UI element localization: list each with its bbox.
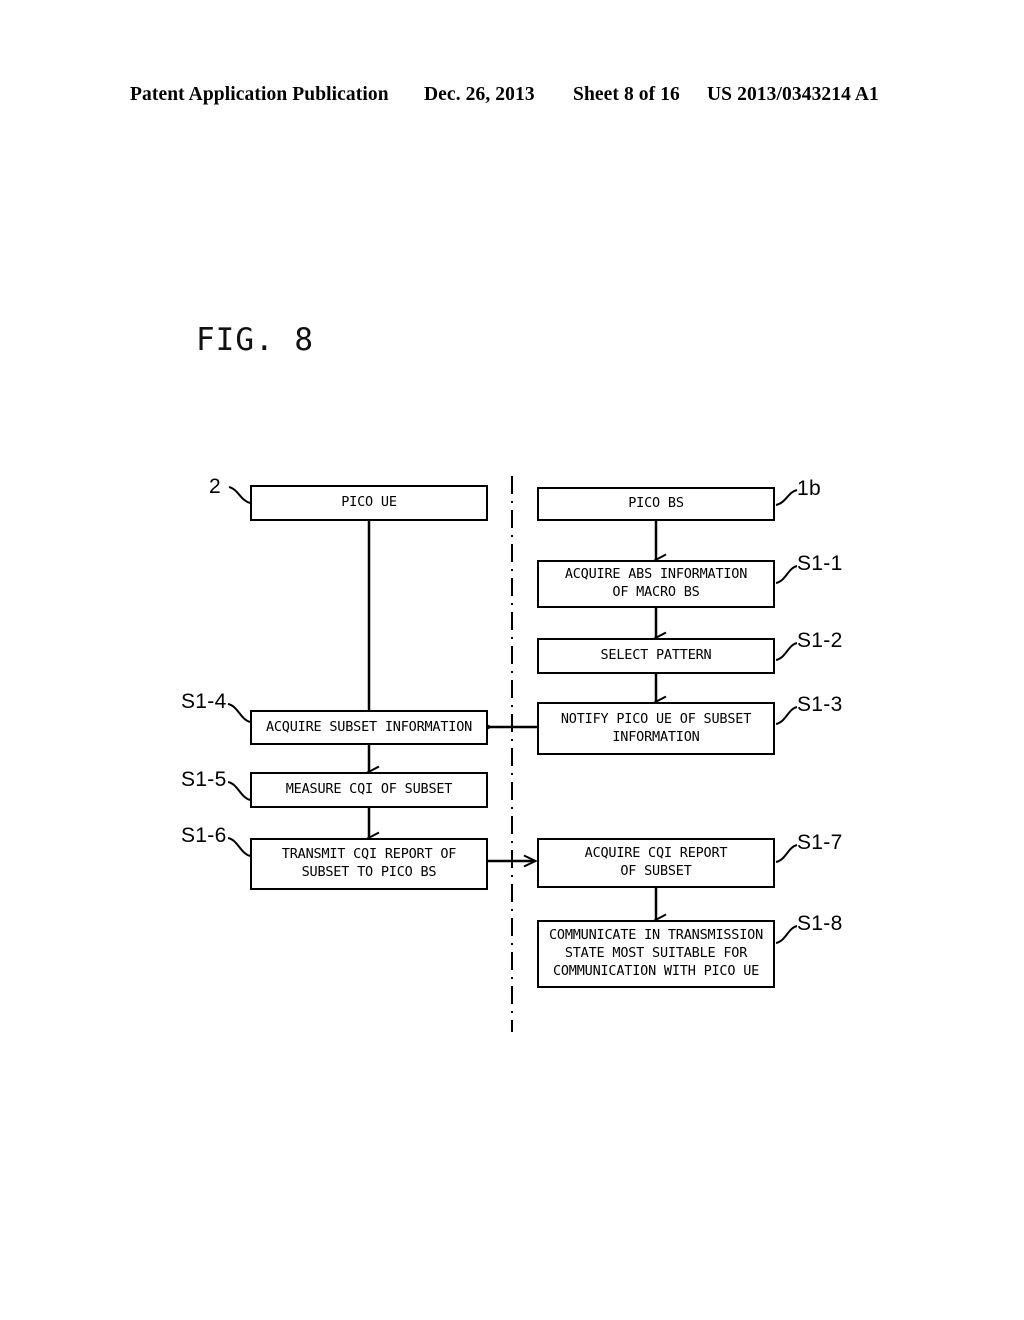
ref-label-s1-8: S1-8 xyxy=(797,912,843,935)
flowchart-diagram: PICO UE PICO BS ACQUIRE ABS INFORMATION … xyxy=(0,0,1024,1320)
ref-label-s1-4: S1-4 xyxy=(181,690,227,713)
leader-line-ref-s1-4 xyxy=(227,703,251,723)
ref-label-s1-7: S1-7 xyxy=(797,831,843,854)
ref-label-s1-5: S1-5 xyxy=(181,768,227,791)
ref-label-pico-ue: 2 xyxy=(209,475,221,498)
ref-label-s1-6: S1-6 xyxy=(181,824,227,847)
leader-line-ref-s1-7 xyxy=(775,844,798,863)
step-box-s1-8: COMMUNICATE IN TRANSMISSION STATE MOST S… xyxy=(537,920,775,988)
leader-line-ref-2 xyxy=(228,486,251,504)
ref-label-pico-bs: 1b xyxy=(797,477,821,500)
leader-line-ref-s1-3 xyxy=(775,706,798,725)
lane-header-pico-bs: PICO BS xyxy=(537,487,775,521)
leader-line-ref-s1-6 xyxy=(227,837,251,857)
leader-line-ref-s1-5 xyxy=(227,781,251,801)
leader-line-ref-s1-8 xyxy=(775,925,798,944)
step-box-s1-5: MEASURE CQI OF SUBSET xyxy=(250,772,488,808)
step-box-s1-4: ACQUIRE SUBSET INFORMATION xyxy=(250,710,488,745)
ref-label-s1-3: S1-3 xyxy=(797,693,843,716)
step-box-s1-6: TRANSMIT CQI REPORT OF SUBSET TO PICO BS xyxy=(250,838,488,890)
leader-line-ref-s1-2 xyxy=(775,642,798,661)
step-box-s1-1: ACQUIRE ABS INFORMATION OF MACRO BS xyxy=(537,560,775,608)
step-box-s1-2: SELECT PATTERN xyxy=(537,638,775,674)
step-box-s1-3: NOTIFY PICO UE OF SUBSET INFORMATION xyxy=(537,702,775,755)
step-box-s1-7: ACQUIRE CQI REPORT OF SUBSET xyxy=(537,838,775,888)
ref-label-s1-2: S1-2 xyxy=(797,629,843,652)
leader-line-ref-1b xyxy=(775,489,798,506)
leader-line-ref-s1-1 xyxy=(775,565,798,584)
flowchart-connectors-svg xyxy=(227,476,798,1032)
lane-header-pico-ue: PICO UE xyxy=(250,485,488,521)
ref-label-s1-1: S1-1 xyxy=(797,552,843,575)
